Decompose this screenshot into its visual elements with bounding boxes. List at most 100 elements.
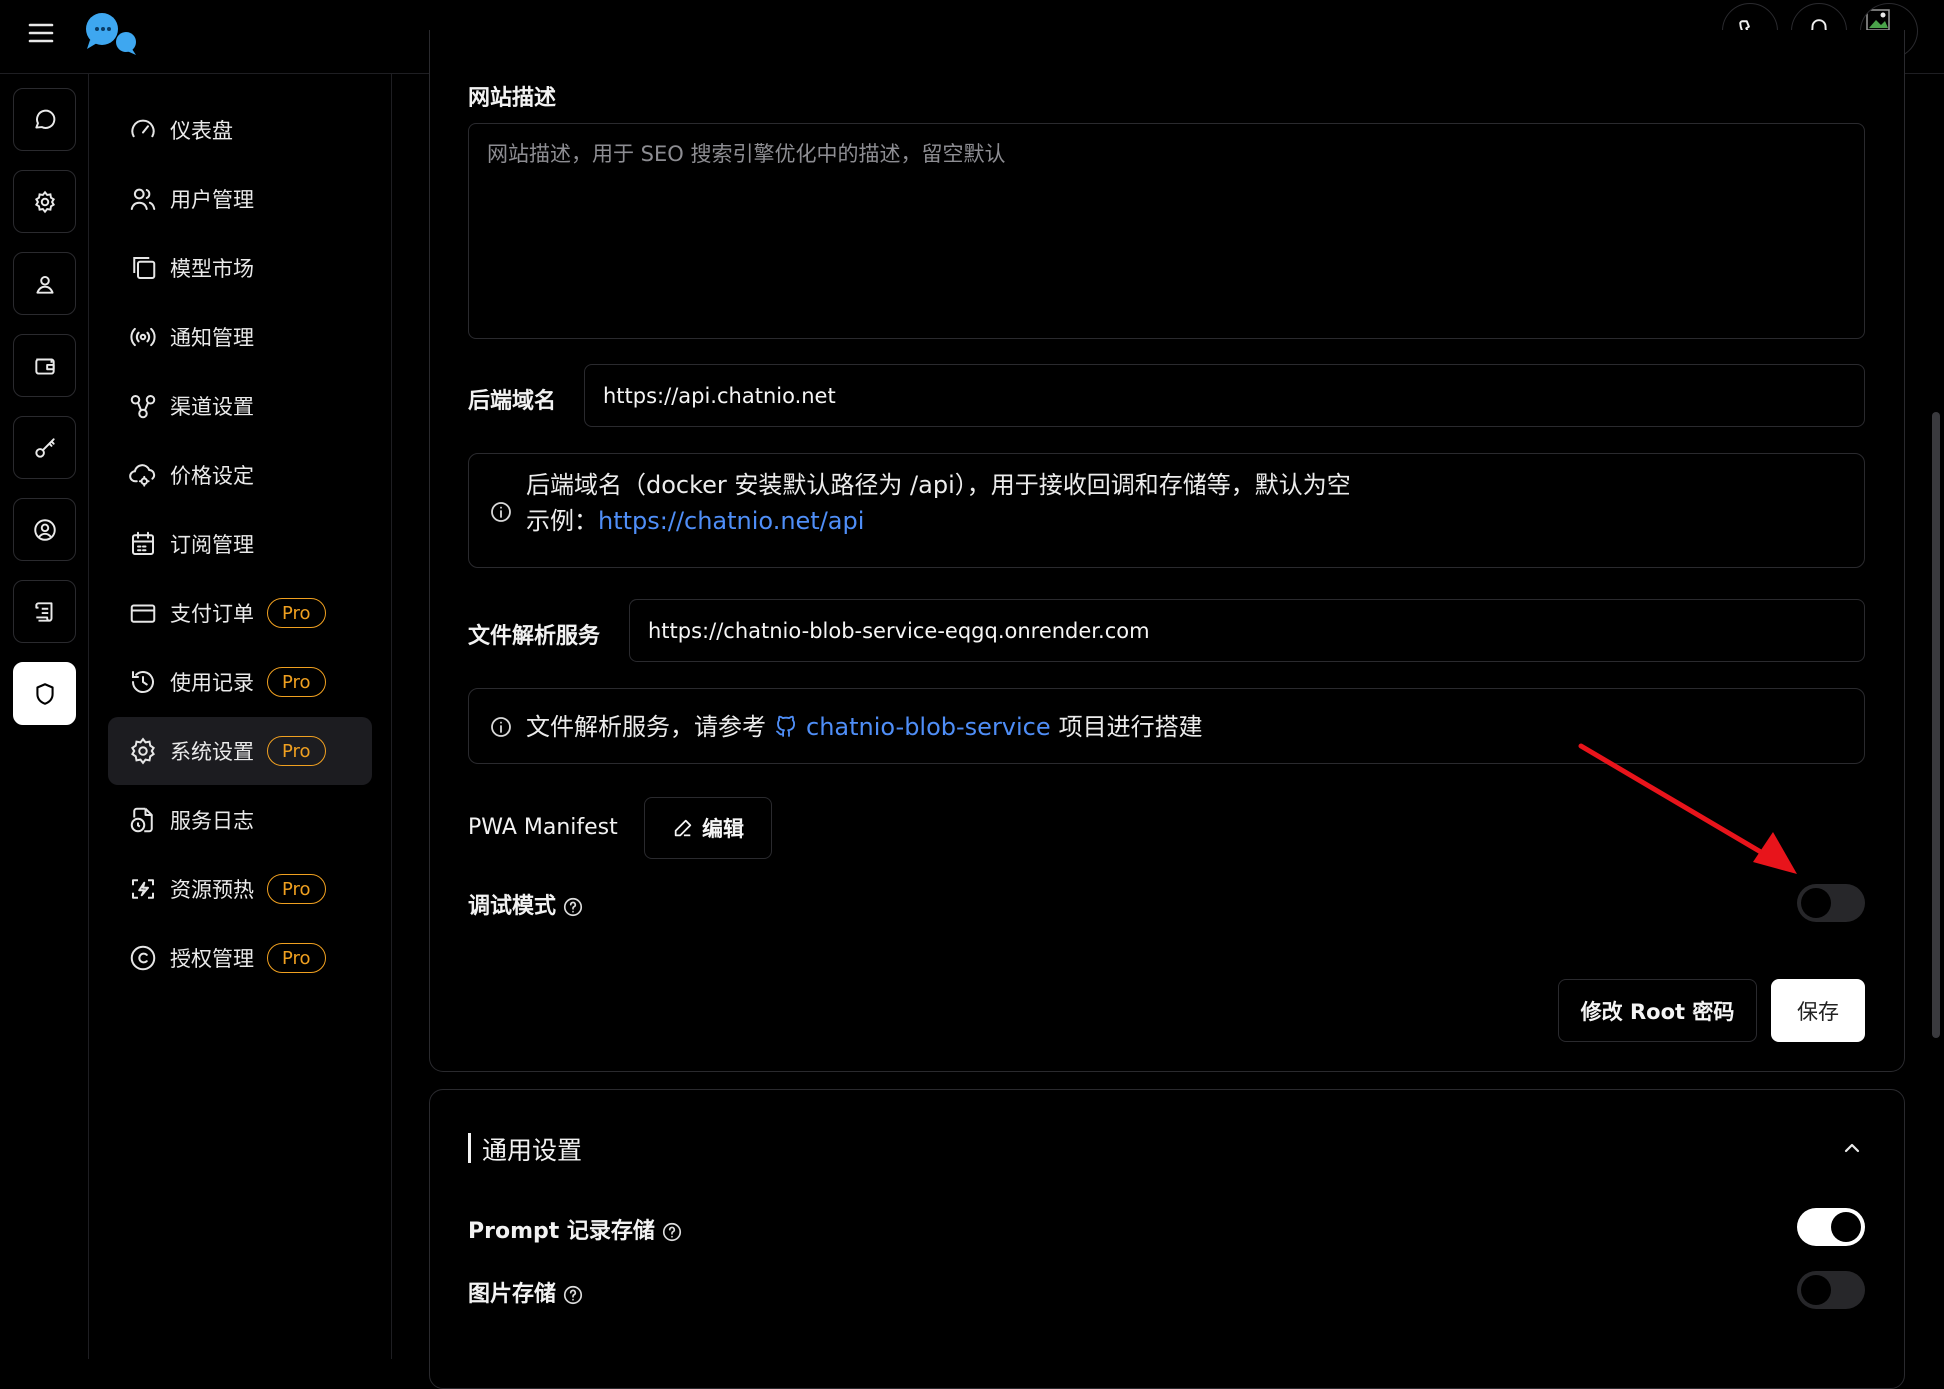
pro-badge: Pro (267, 598, 326, 628)
change-root-password-label: 修改 Root 密码 (1580, 999, 1735, 1024)
change-root-password-button[interactable]: 修改 Root 密码 (1558, 979, 1757, 1042)
sidebar-item-resource-preheat[interactable]: 资源预热 Pro (108, 855, 372, 923)
pwa-edit-button[interactable]: 编辑 (644, 797, 772, 859)
file-service-input[interactable]: https://chatnio-blob-service-eqgq.onrend… (629, 599, 1865, 662)
sidebar-item-license[interactable]: 授权管理 Pro (108, 924, 372, 992)
backend-domain-example-prefix: 示例： (526, 507, 598, 535)
sidebar-item-label: 通知管理 (170, 326, 254, 350)
image-store-label: 图片存储 (468, 1276, 584, 1308)
pwa-manifest-label: PWA Manifest (468, 815, 618, 840)
calendar-icon (128, 529, 158, 559)
backend-domain-input[interactable]: https://api.chatnio.net (584, 364, 1865, 427)
pwa-edit-label: 编辑 (702, 817, 744, 841)
sidebar-item-users[interactable]: 用户管理 (108, 165, 372, 233)
section-accent-bar (468, 1133, 471, 1163)
debug-mode-toggle[interactable] (1797, 884, 1865, 922)
sidebar-item-label: 授权管理 (170, 947, 254, 971)
site-description-input[interactable]: 网站描述，用于 SEO 搜索引擎优化中的描述，留空默认 (468, 123, 1865, 339)
credit-card-icon (128, 598, 158, 628)
image-store-toggle[interactable] (1797, 1271, 1865, 1309)
sidebar-item-label: 使用记录 (170, 671, 254, 695)
gear-icon (128, 736, 158, 766)
sidebar-item-label: 模型市场 (170, 257, 254, 281)
sidebar-item-label: 订阅管理 (170, 533, 254, 557)
scroll-icon[interactable] (13, 580, 76, 643)
backend-domain-info: 后端域名（docker 安装默认路径为 /api），用于接收回调和存储等，默认为… (468, 453, 1865, 568)
site-description-placeholder: 网站描述，用于 SEO 搜索引擎优化中的描述，留空默认 (487, 142, 1006, 166)
menu-icon[interactable] (26, 18, 56, 48)
blob-service-link[interactable]: chatnio-blob-service (806, 709, 1051, 745)
backend-domain-value: https://api.chatnio.net (603, 383, 836, 408)
toggle-knob (1801, 1275, 1831, 1305)
copyright-icon (128, 943, 158, 973)
backend-domain-label: 后端域名 (468, 389, 557, 414)
history-icon (128, 667, 158, 697)
sidebar-item-subscriptions[interactable]: 订阅管理 (108, 510, 372, 578)
pro-badge: Pro (267, 874, 326, 904)
sidebar-item-label: 仪表盘 (170, 119, 233, 143)
pro-badge: Pro (267, 667, 326, 697)
settings-cog-icon[interactable] (13, 170, 76, 233)
sidebar-item-model-market[interactable]: 模型市场 (108, 234, 372, 302)
github-icon (774, 715, 798, 739)
chat-icon[interactable] (13, 88, 76, 151)
file-service-info-suffix: 项目进行搭建 (1058, 713, 1203, 741)
sidebar-item-label: 服务日志 (170, 809, 254, 833)
broadcast-icon (128, 322, 158, 352)
user-circle-icon[interactable] (13, 498, 76, 561)
network-icon (128, 391, 158, 421)
help-circle-icon[interactable] (562, 1284, 584, 1306)
annotation-arrow-icon (1578, 743, 1797, 874)
save-button[interactable]: 保存 (1771, 979, 1865, 1042)
copy-icon (128, 253, 158, 283)
key-icon[interactable] (13, 416, 76, 479)
sidebar-item-system-settings[interactable]: 系统设置 Pro (108, 717, 372, 785)
user-pin-icon[interactable] (13, 252, 76, 315)
help-circle-icon[interactable] (661, 1221, 683, 1243)
sidebar-item-service-logs[interactable]: 服务日志 (108, 786, 372, 854)
file-service-value: https://chatnio-blob-service-eqgq.onrend… (648, 618, 1150, 643)
file-service-info-prefix: 文件解析服务，请参考 (526, 713, 766, 741)
sidebar-item-usage-records[interactable]: 使用记录 Pro (108, 648, 372, 716)
admin-sidebar: 仪表盘 用户管理 模型市场 通知管理 渠道设置 价格设定 订阅管理 支付订单 P… (89, 74, 392, 1359)
debug-mode-label: 调试模式 (468, 888, 584, 920)
backend-domain-example-link[interactable]: https://chatnio.net/api (598, 507, 864, 535)
sidebar-item-label: 用户管理 (170, 188, 254, 212)
chevron-up-icon[interactable] (1840, 1136, 1864, 1160)
sidebar-item-label: 支付订单 (170, 602, 254, 626)
sidebar-item-pricing[interactable]: 价格设定 (108, 441, 372, 509)
sidebar-item-label: 系统设置 (170, 740, 254, 764)
gauge-icon (128, 115, 158, 145)
toggle-knob (1831, 1212, 1861, 1242)
general-settings-title: 通用设置 (482, 1136, 583, 1165)
pro-badge: Pro (267, 736, 326, 766)
site-description-label: 网站描述 (468, 86, 557, 111)
sidebar-item-label: 资源预热 (170, 878, 254, 902)
prompt-store-text: Prompt 记录存储 (468, 1219, 655, 1244)
sidebar-item-payment-orders[interactable]: 支付订单 Pro (108, 579, 372, 647)
pencil-icon (672, 817, 694, 839)
toggle-knob (1801, 888, 1831, 918)
sidebar-item-notifications[interactable]: 通知管理 (108, 303, 372, 371)
help-circle-icon[interactable] (562, 896, 584, 918)
image-bolt-icon (128, 874, 158, 904)
save-label: 保存 (1797, 999, 1839, 1024)
file-service-label: 文件解析服务 (468, 624, 601, 649)
wallet-icon[interactable] (13, 334, 76, 397)
sidebar-item-label: 渠道设置 (170, 395, 254, 419)
pro-badge: Pro (267, 943, 326, 973)
users-icon (128, 184, 158, 214)
sidebar-item-label: 价格设定 (170, 464, 254, 488)
app-logo-icon[interactable] (82, 10, 140, 56)
image-store-text: 图片存储 (468, 1282, 557, 1307)
sidebar-item-channels[interactable]: 渠道设置 (108, 372, 372, 440)
shield-icon[interactable] (13, 662, 76, 725)
info-icon (489, 715, 513, 739)
debug-mode-text: 调试模式 (468, 894, 557, 919)
backend-domain-info-text: 后端域名（docker 安装默认路径为 /api），用于接收回调和存储等，默认为… (526, 471, 1351, 499)
page-scrollbar[interactable] (1932, 412, 1940, 1038)
prompt-store-toggle[interactable] (1797, 1208, 1865, 1246)
sidebar-item-dashboard[interactable]: 仪表盘 (108, 96, 372, 164)
prompt-store-label: Prompt 记录存储 (468, 1213, 683, 1245)
info-icon (489, 500, 513, 524)
